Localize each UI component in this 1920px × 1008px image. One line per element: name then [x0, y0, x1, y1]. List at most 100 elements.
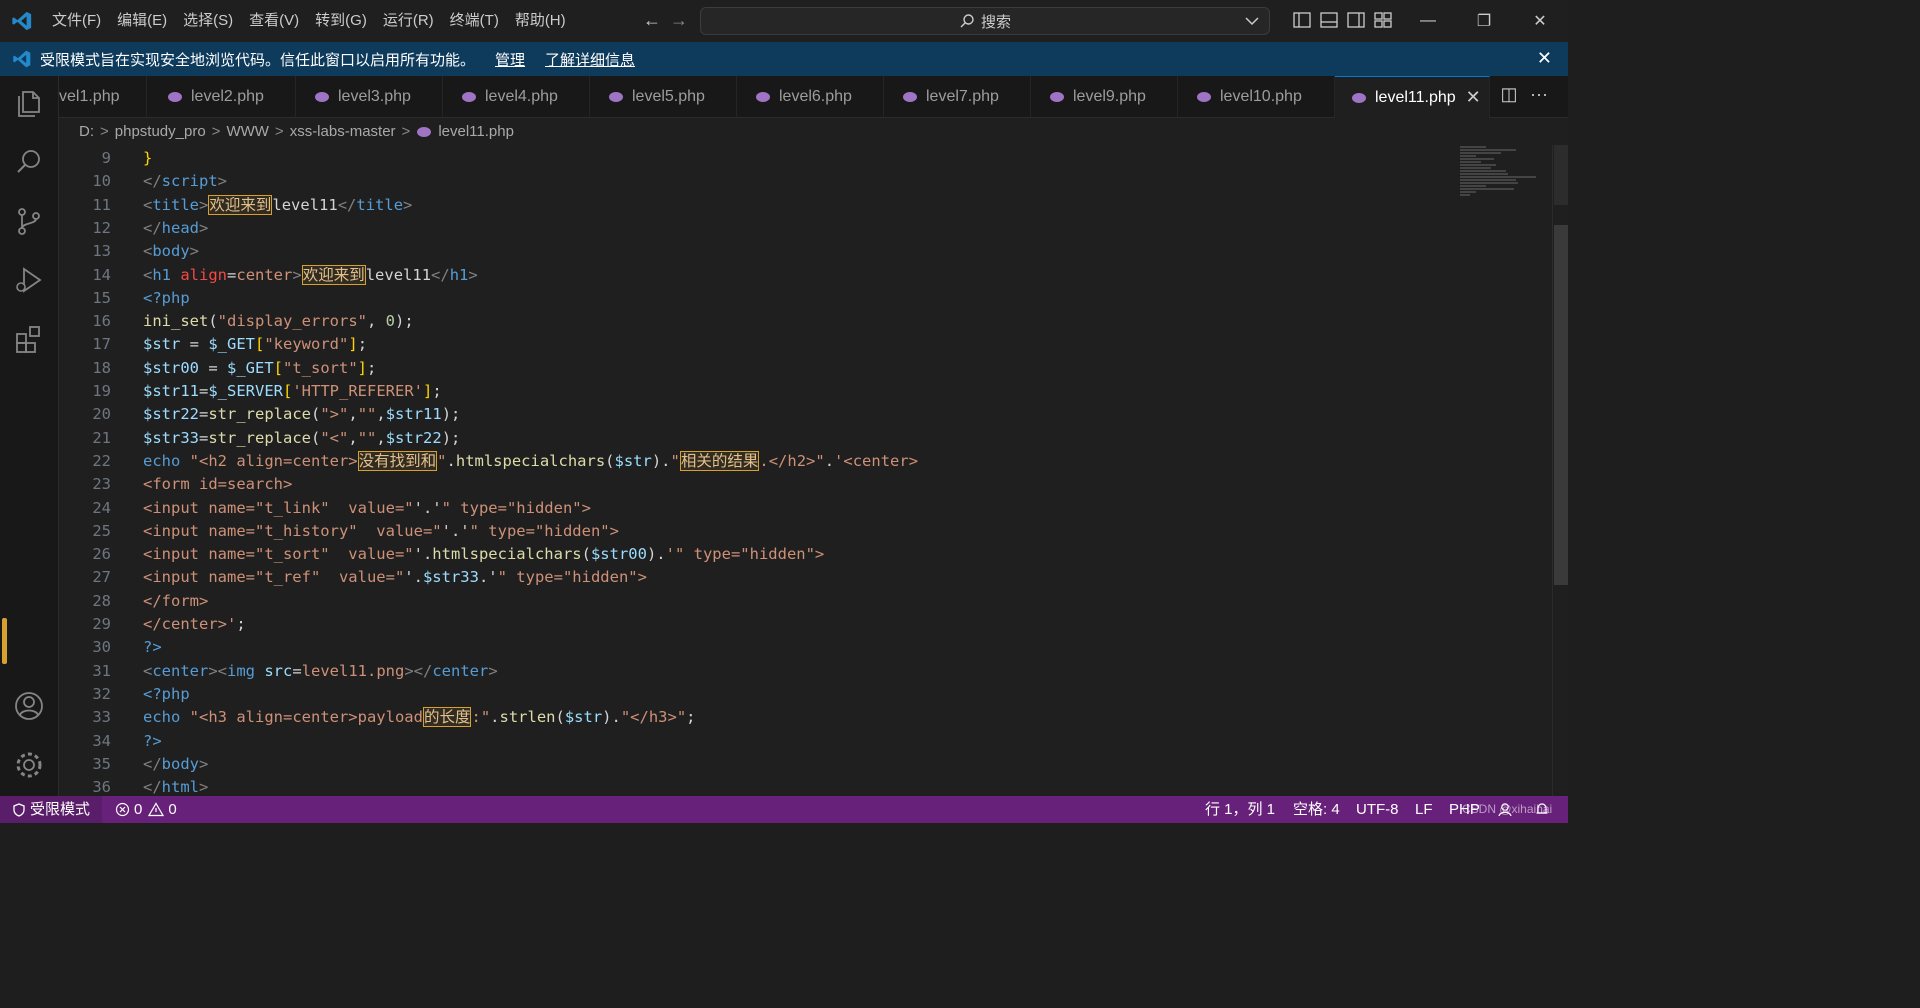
tab-level4[interactable]: level4.php — [443, 76, 590, 118]
code-text[interactable]: echo "<h2 align=center>没有找到和".htmlspecia… — [143, 450, 918, 473]
eol-status[interactable]: LF — [1415, 796, 1433, 823]
code-line[interactable]: 32 <?php — [59, 683, 1449, 706]
code-text[interactable]: </head> — [143, 217, 208, 240]
tab-level2[interactable]: level2.php — [149, 76, 296, 118]
toggle-panel-icon[interactable] — [1319, 10, 1339, 30]
code-line[interactable]: 10 </script> — [59, 170, 1449, 193]
code-text[interactable]: <input name="t_history" value="'.'" type… — [143, 520, 619, 543]
code-line[interactable]: 21 $str33=str_replace("<","",$str22); — [59, 427, 1449, 450]
code-editor[interactable]: 9} 10 </script> 11 <title>欢迎来到level11</title… — [59, 145, 1568, 796]
code-text[interactable]: echo "<h3 align=center>payload的长度:".strl… — [143, 706, 696, 729]
toggle-secondary-sidebar-icon[interactable] — [1346, 10, 1366, 30]
code-text[interactable]: </script> — [143, 170, 227, 193]
code-text[interactable]: </form> — [143, 590, 208, 613]
vertical-scrollbar[interactable] — [1552, 145, 1568, 796]
code-text[interactable]: <input name="t_sort" value="'.htmlspecia… — [143, 543, 824, 566]
menu-help[interactable]: 帮助(H) — [507, 0, 574, 42]
tab-level6[interactable]: level6.php — [737, 76, 884, 118]
code-text[interactable]: $str11=$_SERVER['HTTP_REFERER']; — [143, 380, 442, 403]
code-line[interactable]: 23 <form id=search> — [59, 473, 1449, 496]
code-line[interactable]: 36 </html> — [59, 776, 1449, 796]
menu-edit[interactable]: 编辑(E) — [109, 0, 175, 42]
command-center-search[interactable]: 搜索 — [700, 7, 1270, 35]
explorer-icon[interactable] — [12, 86, 46, 120]
menu-go[interactable]: 转到(G) — [307, 0, 375, 42]
tab-level11[interactable]: level11.php ✕ — [1335, 76, 1490, 118]
code-text[interactable]: $str00 = $_GET["t_sort"]; — [143, 357, 376, 380]
code-text[interactable]: <body> — [143, 240, 199, 263]
code-line[interactable]: 20 $str22=str_replace(">","",$str11); — [59, 403, 1449, 426]
code-line[interactable]: 34 ?> — [59, 730, 1449, 753]
more-actions-icon[interactable]: ··· — [1527, 84, 1551, 108]
tab-level1[interactable]: vel1.php — [59, 76, 147, 118]
code-text[interactable]: </center>'; — [143, 613, 246, 636]
menu-file[interactable]: 文件(F) — [44, 0, 109, 42]
forward-arrow-icon[interactable]: → — [665, 10, 693, 31]
restricted-mode-status[interactable]: 受限模式 — [0, 796, 103, 823]
code-text[interactable]: <?php — [143, 683, 190, 706]
code-line[interactable]: 16 ini_set("display_errors", 0); — [59, 310, 1449, 333]
search-icon[interactable] — [12, 145, 46, 179]
minimize-button[interactable]: — — [1400, 0, 1456, 42]
code-line[interactable]: 33 echo "<h3 align=center>payload的长度:".st… — [59, 706, 1449, 729]
code-text[interactable]: </html> — [143, 776, 208, 796]
code-line[interactable]: 25 <input name="t_history" value="'.'" ty… — [59, 520, 1449, 543]
split-editor-icon[interactable]: ◫ — [1497, 84, 1521, 108]
code-line[interactable]: 29 </center>'; — [59, 613, 1449, 636]
code-line[interactable]: 35 </body> — [59, 753, 1449, 776]
code-text[interactable]: } — [143, 147, 152, 170]
breadcrumb-file[interactable]: level11.php — [438, 123, 514, 140]
code-line[interactable]: 22 echo "<h2 align=center>没有找到和".htmlspec… — [59, 450, 1449, 473]
indentation-status[interactable]: 空格: 4 — [1293, 796, 1340, 823]
breadcrumb-folder[interactable]: xss-labs-master — [290, 123, 396, 140]
encoding-status[interactable]: UTF-8 — [1356, 796, 1399, 823]
menu-terminal[interactable]: 终端(T) — [442, 0, 507, 42]
breadcrumb-drive[interactable]: D: — [79, 123, 94, 140]
banner-manage-link[interactable]: 管理 — [495, 49, 525, 70]
banner-learn-more-link[interactable]: 了解详细信息 — [545, 49, 635, 70]
back-arrow-icon[interactable]: ← — [638, 10, 666, 31]
tab-level7[interactable]: level7.php — [884, 76, 1031, 118]
run-and-debug-icon[interactable] — [12, 263, 46, 297]
tab-level5[interactable]: level5.php — [590, 76, 737, 118]
close-window-button[interactable]: ✕ — [1512, 0, 1568, 42]
breadcrumb-folder[interactable]: WWW — [226, 123, 268, 140]
settings-gear-icon[interactable] — [12, 748, 46, 782]
tab-close-icon[interactable]: ✕ — [1466, 87, 1481, 108]
code-text[interactable]: ini_set("display_errors", 0); — [143, 310, 414, 333]
code-text[interactable]: <input name="t_ref" value="'.$str33.'" t… — [143, 566, 647, 589]
scrollbar-thumb[interactable] — [1554, 225, 1568, 585]
banner-close-icon[interactable]: ✕ — [1537, 48, 1552, 69]
tab-level10[interactable]: level10.php — [1178, 76, 1335, 118]
code-text[interactable]: <h1 align=center>欢迎来到level11</h1> — [143, 264, 478, 287]
code-line[interactable]: 31 <center><img src=level11.png></center> — [59, 660, 1449, 683]
breadcrumb-folder[interactable]: phpstudy_pro — [115, 123, 206, 140]
feedback-icon[interactable] — [1497, 802, 1513, 817]
code-text[interactable]: ?> — [143, 636, 162, 659]
code-line[interactable]: 27 <input name="t_ref" value="'.$str33.'"… — [59, 566, 1449, 589]
code-text[interactable]: <?php — [143, 287, 190, 310]
accounts-icon[interactable] — [12, 689, 46, 723]
tab-level3[interactable]: level3.php — [296, 76, 443, 118]
code-text[interactable]: $str33=str_replace("<","",$str22); — [143, 427, 460, 450]
chevron-down-icon[interactable] — [1243, 12, 1261, 30]
restore-button[interactable]: ❐ — [1456, 0, 1512, 42]
code-line[interactable]: 28 </form> — [59, 590, 1449, 613]
code-text[interactable]: $str22=str_replace(">","",$str11); — [143, 403, 460, 426]
source-control-icon[interactable] — [12, 204, 46, 238]
extensions-icon[interactable] — [12, 322, 46, 356]
code-text[interactable]: <center><img src=level11.png></center> — [143, 660, 498, 683]
code-line[interactable]: 9} — [59, 147, 1449, 170]
tab-level9[interactable]: level9.php — [1031, 76, 1178, 118]
code-text[interactable]: <input name="t_link" value="'.'" type="h… — [143, 497, 591, 520]
toggle-primary-sidebar-icon[interactable] — [1292, 10, 1312, 30]
customize-layout-icon[interactable] — [1373, 10, 1393, 30]
code-line[interactable]: 11 <title>欢迎来到level11</title> — [59, 194, 1449, 217]
minimap[interactable] — [1456, 145, 1552, 205]
code-line[interactable]: 30 ?> — [59, 636, 1449, 659]
code-line[interactable]: 19 $str11=$_SERVER['HTTP_REFERER']; — [59, 380, 1449, 403]
code-line[interactable]: 15 <?php — [59, 287, 1449, 310]
code-line[interactable]: 24 <input name="t_link" value="'.'" type=… — [59, 497, 1449, 520]
code-line[interactable]: 18 $str00 = $_GET["t_sort"]; — [59, 357, 1449, 380]
code-line[interactable]: 17 $str = $_GET["keyword"]; — [59, 333, 1449, 356]
